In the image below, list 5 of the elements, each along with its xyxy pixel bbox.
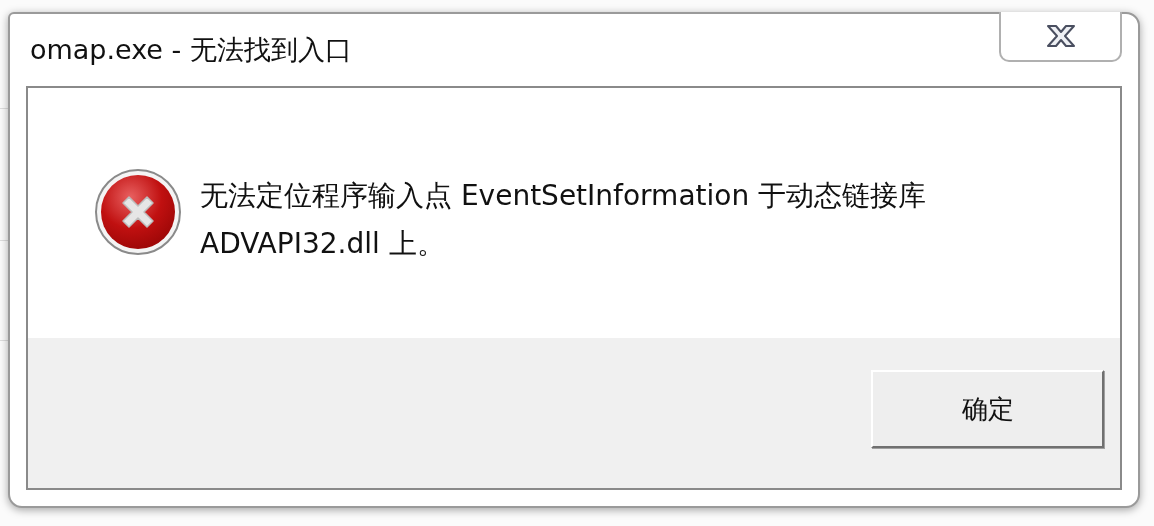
close-button[interactable]: [999, 12, 1122, 62]
window-title: omap.exe - 无法找到入口: [30, 33, 352, 67]
error-message: 无法定位程序输入点 EventSetInformation 于动态链接库 ADVAPI32.dll 上。: [200, 178, 928, 262]
error-icon: [94, 168, 182, 256]
ok-button[interactable]: 确定: [871, 370, 1104, 448]
